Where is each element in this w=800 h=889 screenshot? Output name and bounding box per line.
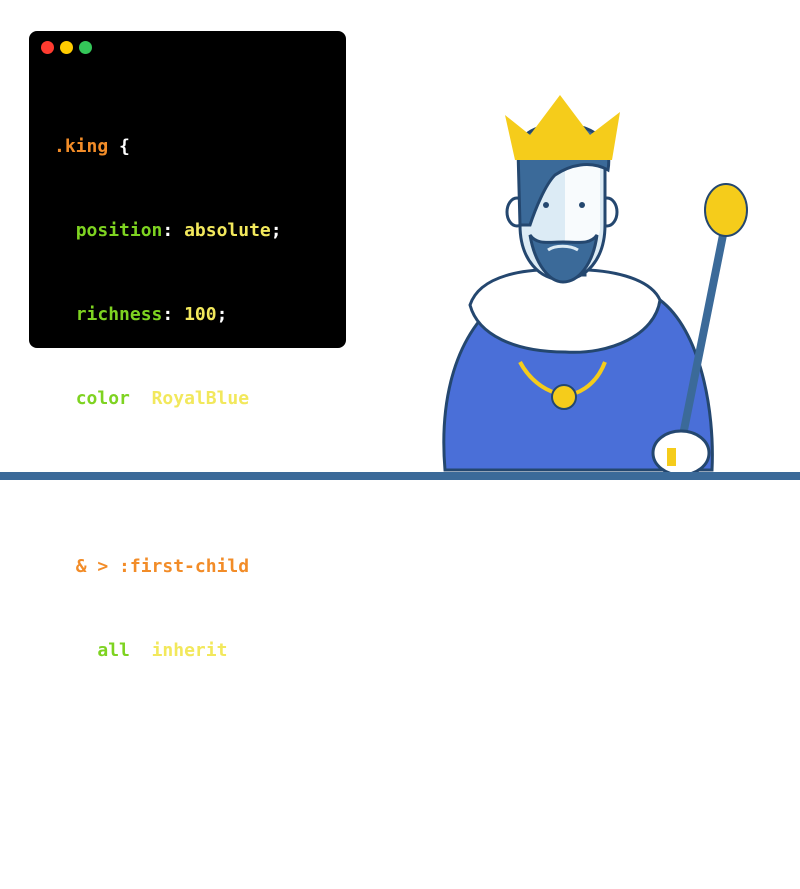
floor-line — [0, 472, 800, 480]
selector-first-child: & > :first-child — [75, 556, 250, 577]
code-line-9: } — [54, 805, 282, 833]
code-block: .king { position: absolute; richness: 10… — [54, 77, 282, 889]
value-position: absolute — [184, 220, 271, 241]
code-window: .king { position: absolute; richness: 10… — [29, 31, 346, 829]
brace-open-nested: { — [249, 556, 271, 577]
value-color: RoyalBlue — [151, 388, 250, 409]
code-line-3: richness: 100; — [75, 304, 228, 325]
king-illustration — [442, 95, 748, 477]
code-line-4: color: RoyalBlue; — [75, 388, 260, 409]
scepter-icon — [704, 183, 748, 237]
prop-color: color — [75, 388, 130, 409]
minimize-dot[interactable] — [60, 41, 73, 54]
close-dot[interactable] — [41, 41, 54, 54]
left-eye — [543, 202, 549, 208]
right-eye — [579, 202, 585, 208]
maximize-dot[interactable] — [79, 41, 92, 54]
code-line-6: & > :first-child { — [54, 553, 282, 581]
ring — [667, 448, 676, 466]
medallion — [551, 384, 577, 410]
selector-king: .king — [54, 136, 109, 157]
value-richness: 100 — [184, 304, 217, 325]
code-line-7: all: inherit; — [97, 640, 239, 661]
value-all: inherit — [151, 640, 228, 661]
brace-open: { — [108, 136, 130, 157]
brace-close: } — [54, 808, 65, 829]
prop-richness: richness — [75, 304, 163, 325]
code-line-2: position: absolute; — [75, 220, 282, 241]
brace-close-nested: } — [75, 724, 87, 745]
prop-all: all — [97, 640, 130, 661]
code-line-8: } — [54, 721, 282, 749]
code-line-1: .king { — [54, 133, 282, 161]
window-controls — [41, 41, 92, 54]
crown-icon — [505, 95, 620, 160]
hand — [651, 429, 711, 477]
prop-position: position — [75, 220, 163, 241]
